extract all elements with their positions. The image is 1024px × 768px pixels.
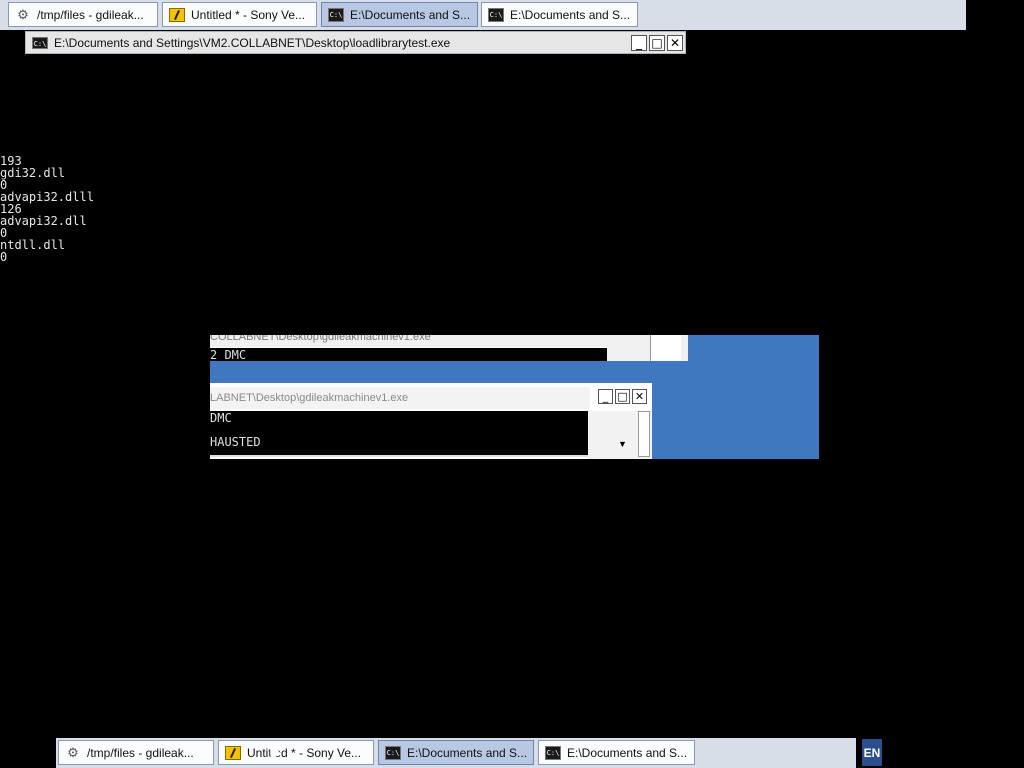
gear-icon: ⚙ (67, 744, 79, 760)
close-button[interactable]: ✕ (632, 389, 647, 404)
taskbar-item-gdileak[interactable]: ⚙ /tmp/files - gdileak... (8, 2, 158, 27)
taskbar-item-sony-vegas[interactable]: Untitled * - Sony Ve... (218, 740, 374, 765)
taskbar-item-label: Untitled * - Sony Ve... (247, 745, 362, 760)
taskbar-item-cmd-1[interactable]: C:\ E:\Documents and S... (321, 2, 478, 27)
taskbar-item-label: E:\Documents and S... (567, 745, 688, 760)
taskbar-item-label: /tmp/files - gdileak... (37, 7, 144, 22)
sony-vegas-icon (225, 745, 241, 760)
console-line: 2 DMC (210, 347, 607, 361)
gear-icon: ⚙ (17, 6, 29, 22)
minimize-button[interactable]: _ (631, 34, 647, 51)
scrollbar[interactable] (650, 335, 681, 361)
console-line: advapi32.dll (0, 214, 87, 228)
console-line: ntdll.dll (0, 238, 66, 252)
taskbar-item-label: Untitled * - Sony Ve... (191, 7, 306, 22)
console-line: DMC (210, 411, 232, 425)
cmd-icon: C:\ (545, 745, 561, 760)
sony-vegas-icon (169, 7, 185, 22)
divider (210, 455, 590, 457)
window-title: E:\Documents and Settings\VM2.COLLABNET\… (54, 35, 451, 50)
console-window-titlebar[interactable]: C:\ E:\Documents and Settings\VM2.COLLAB… (25, 31, 686, 54)
scrollbar[interactable]: ▼ (588, 411, 652, 459)
cmd-icon: C:\ (328, 7, 344, 22)
scrollbar-track[interactable] (638, 411, 650, 457)
taskbar-item-cmd-2[interactable]: C:\ E:\Documents and S... (481, 2, 638, 27)
taskbar-item-label: E:\Documents and S... (510, 7, 631, 22)
background-console-window-1[interactable]: COLLABNET\Desktop\gdileakmachinev1.exe 2… (210, 335, 688, 361)
bottom-taskbar: ⚙ /tmp/files - gdileak... Untitled * - S… (56, 738, 856, 768)
language-indicator[interactable]: EN (862, 739, 882, 766)
window-title: COLLABNET\Desktop\gdileakmachinev1.exe (210, 335, 431, 343)
taskbar-item-label: /tmp/files - gdileak... (87, 745, 194, 760)
top-taskbar: ⚙ /tmp/files - gdileak... Untitled * - S… (0, 0, 966, 30)
taskbar-item-label: E:\Documents and S... (407, 745, 528, 760)
console-output: 193 gdi32.dll 0 advapi32.dlll 126 advapi… (0, 155, 94, 263)
cmd-icon: C:\ (385, 745, 401, 760)
maximize-button[interactable]: □ (649, 34, 665, 51)
maximize-button[interactable]: □ (615, 389, 630, 404)
window-title: LABNET\Desktop\gdileakmachinev1.exe (210, 387, 590, 409)
console-line: gdi32.dll (0, 166, 66, 180)
close-button[interactable]: ✕ (667, 34, 683, 51)
window-controls: _ □ ✕ (598, 389, 649, 404)
cmd-icon: C:\ (488, 7, 504, 22)
console-line: 0 (0, 250, 8, 264)
taskbar-item-cmd-1[interactable]: C:\ E:\Documents and S... (378, 740, 534, 765)
scroll-down-arrow-icon[interactable]: ▼ (618, 439, 627, 449)
cmd-icon: C:\ (32, 36, 48, 49)
taskbar-item-cmd-2[interactable]: C:\ E:\Documents and S... (538, 740, 695, 765)
taskbar-item-gdileak[interactable]: ⚙ /tmp/files - gdileak... (58, 740, 214, 765)
minimize-button[interactable]: _ (598, 389, 613, 404)
background-console-window-2[interactable]: LABNET\Desktop\gdileakmachinev1.exe _ □ … (210, 383, 652, 459)
console-body: DMC HAUSTED (210, 411, 590, 455)
taskbar-item-sony-vegas[interactable]: Untitled * - Sony Ve... (162, 2, 317, 27)
taskbar-item-label: E:\Documents and S... (350, 7, 471, 22)
